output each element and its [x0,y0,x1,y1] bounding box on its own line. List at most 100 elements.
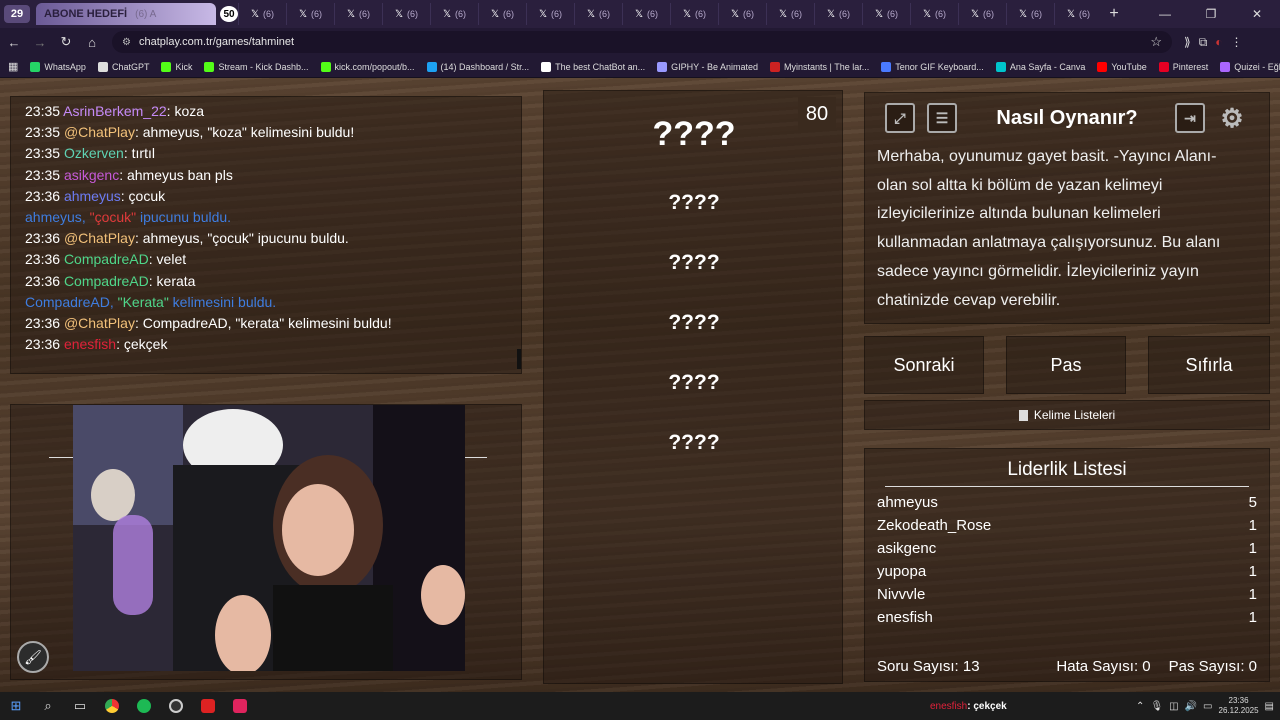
bookmark-item[interactable]: (14) Dashboard / Str... [426,61,529,72]
bookmark-favicon-icon [881,61,892,72]
clock[interactable]: 23:36 26.12.2025 [1219,696,1259,716]
windows-start-icon[interactable]: ⊞ [0,692,32,720]
bookmark-item[interactable]: GIPHY - Be Animated [657,61,758,72]
bookmark-item[interactable]: Pinterest [1158,61,1208,72]
next-button[interactable]: Sonraki [864,336,984,394]
obs-icon[interactable] [160,692,192,720]
logout-icon[interactable]: ⇥ [1175,103,1205,133]
browser-tab[interactable]: 𝕏 (6) [430,3,478,25]
browser-tab[interactable]: 𝕏 (6) [910,3,958,25]
tab-count-badge[interactable]: 29 [4,5,30,23]
home-icon[interactable]: ⌂ [80,30,104,54]
chat-username[interactable]: CompadreAD [25,294,110,310]
chat-scrollbar[interactable] [517,349,521,369]
tray-chevron-icon[interactable]: ⌃ [1136,701,1144,712]
settings-gear-icon[interactable]: ⚙ [1217,103,1247,133]
chat-username[interactable]: ahmeyus [64,188,121,204]
bookmark-item[interactable]: The best ChatBot an... [541,61,645,72]
reset-button[interactable]: Sıfırla [1148,336,1270,394]
bookmark-item[interactable]: Tenor GIF Keyboard... [881,61,984,72]
chat-username[interactable]: asikgenc [64,167,119,183]
bookmark-item[interactable]: WhatsApp [30,61,86,72]
browser-tab[interactable]: 𝕏 (6) [718,3,766,25]
microphone-icon[interactable]: 🎙 [1150,701,1163,712]
browser-tab[interactable]: 𝕏 (6) [1054,3,1102,25]
spotify-icon[interactable] [128,692,160,720]
chat-username[interactable]: Ozkerven [64,145,124,161]
chat-message: CompadreAD, "Kerata" kelimesini buldu. [25,292,507,313]
notes-icon[interactable]: ☰ [927,103,957,133]
browser-tab[interactable]: 𝕏 (6) [574,3,622,25]
active-tab-sub: (6) A [135,8,157,20]
tab-badge[interactable]: 50 [220,6,238,22]
battery-icon[interactable]: ▭ [1203,701,1212,712]
chat-separator: : [134,230,143,247]
notification-icon[interactable]: ▤ [1265,701,1274,712]
minimize-icon[interactable]: — [1142,0,1188,28]
restore-icon[interactable]: ❐ [1188,0,1234,28]
chat-username[interactable]: @ChatPlay [64,315,135,331]
network-icon[interactable]: ◫ [1169,701,1178,712]
app-icon[interactable] [192,692,224,720]
bookmark-favicon-icon [161,61,172,72]
new-tab-button[interactable]: + [1102,5,1126,23]
apps-grid-icon[interactable]: ▦ [8,60,18,73]
fullscreen-icon[interactable]: ⤢ [885,103,915,133]
browser-tab[interactable]: 𝕏 (6) [670,3,718,25]
close-icon[interactable]: ✕ [1234,0,1280,28]
volume-icon[interactable]: 🔊 [1185,701,1197,712]
chat-username[interactable]: @ChatPlay [64,230,135,246]
bookmark-item[interactable]: Kick [161,61,192,72]
app-icon[interactable] [224,692,256,720]
chat-username[interactable]: AsrinBerkem_22 [63,103,167,119]
browser-tab[interactable]: 𝕏 (6) [334,3,382,25]
chat-message: 23:35 asikgenc: ahmeyus ban pls [25,165,507,186]
browser-tab[interactable]: 𝕏 (6) [622,3,670,25]
browser-tab[interactable]: 𝕏 (6) [382,3,430,25]
url-field[interactable]: ⚙ chatplay.com.tr/games/tahminet ☆ [112,31,1172,53]
bookmark-item[interactable]: Ana Sayfa - Canva [995,61,1085,72]
browser-tab[interactable]: 𝕏 (6) [766,3,814,25]
chat-separator: : [123,145,132,162]
chrome-icon[interactable] [96,692,128,720]
site-info-icon[interactable]: ⚙ [122,37,131,48]
profile-avatar[interactable]: ◐ [1215,35,1222,50]
chat-message: ahmeyus, "çocuk" ipucunu buldu. [25,207,507,228]
chat-username[interactable]: CompadreAD [64,273,149,289]
browser-tab[interactable]: 𝕏 (6) [286,3,334,25]
browser-tab[interactable]: 𝕏 (6) [958,3,1006,25]
forward-icon[interactable]: → [28,30,52,54]
search-icon[interactable]: ⌕ [32,692,64,720]
bookmark-item[interactable]: YouTube [1097,61,1147,72]
bookmark-item[interactable]: kick.com/popout/b... [320,61,415,72]
chat-panel: 23:35 AsrinBerkem_22: koza 23:35 @ChatPla… [10,96,522,374]
extensions-puzzle-icon[interactable]: ⧉ [1199,35,1208,50]
player-name: yupopa [877,563,927,580]
word-lists-button[interactable]: Kelime Listeleri [864,400,1270,430]
chat-username[interactable]: ahmeyus [25,209,82,225]
chat-username[interactable]: CompadreAD [64,251,149,267]
bookmark-item[interactable]: Myinstants | The lar... [770,61,869,72]
browser-tab[interactable]: 𝕏 (6) [862,3,910,25]
pass-button[interactable]: Pas [1006,336,1126,394]
back-icon[interactable]: ← [2,30,26,54]
ticker-message: : çekçek [967,700,1007,712]
bookmark-item[interactable]: ChatGPT [97,61,149,72]
browser-tab[interactable]: 𝕏 (6) [526,3,574,25]
brush-icon[interactable]: 🖌 [17,641,49,673]
bookmark-item[interactable]: Quizei - Eğlenceli ve... [1220,61,1280,72]
browser-tab[interactable]: 𝕏 (6) [1006,3,1054,25]
extension-icon[interactable]: ⟫ [1184,35,1191,50]
active-tab[interactable]: ABONE HEDEFİ (6) A [36,3,216,25]
browser-tab[interactable]: 𝕏 (6) [814,3,862,25]
bookmark-star-icon[interactable]: ☆ [1150,34,1162,50]
chat-username[interactable]: enesfish [64,336,116,352]
x-logo-icon: 𝕏 [922,8,932,20]
task-view-icon[interactable]: ▭ [64,692,96,720]
reload-icon[interactable]: ↻ [54,30,78,54]
bookmark-item[interactable]: Stream - Kick Dashb... [204,61,309,72]
menu-icon[interactable]: ⋮ [1231,35,1243,50]
browser-tab[interactable]: 𝕏 (6) [238,3,286,25]
browser-tab[interactable]: 𝕏 (6) [478,3,526,25]
chat-username[interactable]: @ChatPlay [64,124,135,140]
